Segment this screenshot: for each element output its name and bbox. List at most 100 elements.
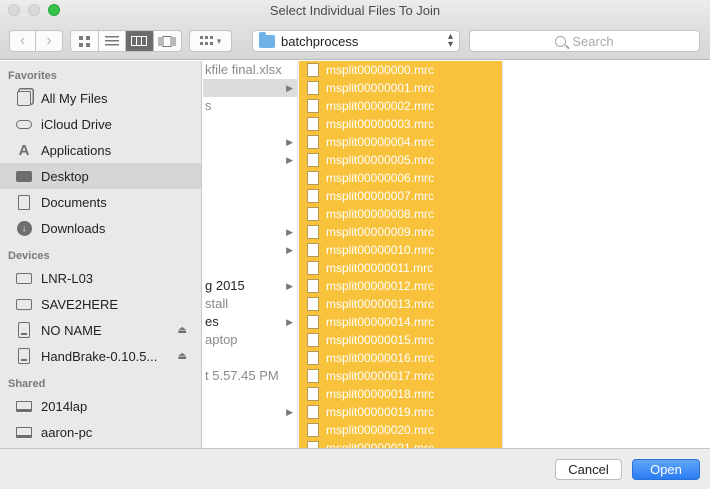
file-row[interactable]: msplit00000008.mrc [299, 205, 502, 223]
sidebar-item[interactable]: A Applications [0, 137, 201, 163]
list-item[interactable] [203, 115, 297, 133]
file-row[interactable]: msplit00000015.mrc [299, 331, 502, 349]
computer-icon [16, 426, 32, 438]
path-label: batchprocess [281, 33, 359, 49]
file-row[interactable]: msplit00000019.mrc [299, 403, 502, 421]
search-field[interactable]: Search [469, 30, 700, 52]
file-row[interactable]: msplit00000017.mrc [299, 367, 502, 385]
sidebar-item[interactable]: Documents [0, 189, 201, 215]
list-item[interactable] [203, 205, 297, 223]
file-row[interactable]: msplit00000021.mrc [299, 439, 502, 448]
file-row[interactable]: msplit00000010.mrc [299, 241, 502, 259]
back-button[interactable]: ‹ [10, 31, 37, 51]
file-name: msplit00000002.mrc [326, 99, 435, 113]
list-item[interactable]: ▶ [203, 241, 297, 259]
arrange-button[interactable]: ▾ [189, 30, 232, 52]
file-icon [307, 99, 319, 113]
list-item-label: t 5.57.45 PM [205, 368, 279, 383]
sidebar-item[interactable]: NO NAME ⏏ [0, 317, 201, 343]
open-button[interactable]: Open [632, 459, 700, 480]
file-row[interactable]: msplit00000002.mrc [299, 97, 502, 115]
sidebar-item[interactable]: HandBrake-0.10.5... ⏏ [0, 343, 201, 369]
file-row[interactable]: msplit00000018.mrc [299, 385, 502, 403]
file-row[interactable]: msplit00000011.mrc [299, 259, 502, 277]
list-item[interactable]: s [203, 97, 297, 115]
search-icon [555, 35, 567, 47]
file-name: msplit00000000.mrc [326, 63, 435, 77]
file-row[interactable]: msplit00000006.mrc [299, 169, 502, 187]
sidebar-item[interactable]: ↓ Downloads [0, 215, 201, 241]
drive-icon [16, 298, 32, 310]
window-title: Select Individual Files To Join [269, 3, 441, 18]
sidebar-item[interactable]: All My Files [0, 85, 201, 111]
file-row[interactable]: msplit00000009.mrc [299, 223, 502, 241]
file-name: msplit00000020.mrc [326, 423, 435, 437]
sidebar-item-label: Desktop [41, 168, 89, 184]
list-item[interactable]: g 2015 ▶ [203, 277, 297, 295]
path-popup[interactable]: batchprocess ▴ ▾ [252, 30, 460, 52]
list-item[interactable]: ▶ [203, 133, 297, 151]
file-name: msplit00000019.mrc [326, 405, 435, 419]
file-icon [307, 351, 319, 365]
chevron-left-icon: ‹ [19, 32, 26, 49]
list-item[interactable]: ▶ [203, 223, 297, 241]
file-row[interactable]: msplit00000020.mrc [299, 421, 502, 439]
list-item[interactable] [203, 187, 297, 205]
sidebar-item[interactable]: iCloud Drive [0, 111, 201, 137]
sidebar-item[interactable]: Desktop [0, 163, 201, 189]
file-row[interactable]: msplit00000004.mrc [299, 133, 502, 151]
list-item[interactable]: ▶ [203, 151, 297, 169]
disclosure-arrow-icon: ▶ [286, 245, 293, 255]
file-name: msplit00000017.mrc [326, 369, 435, 383]
list-item[interactable]: kfile final.xlsx [203, 61, 297, 79]
file-row[interactable]: msplit00000013.mrc [299, 295, 502, 313]
cover-flow-view-button[interactable] [154, 31, 181, 51]
applications-icon: A [18, 141, 30, 159]
list-item[interactable]: aptop [203, 331, 297, 349]
icon-view-button[interactable] [71, 31, 99, 51]
sidebar-item[interactable]: SAVE2HERE [0, 291, 201, 317]
cancel-button[interactable]: Cancel [555, 459, 622, 480]
file-row[interactable]: msplit00000000.mrc [299, 61, 502, 79]
file-row[interactable]: msplit00000016.mrc [299, 349, 502, 367]
column-view-button[interactable] [126, 31, 154, 51]
list-item[interactable]: ▶ [203, 403, 297, 421]
list-item[interactable] [203, 169, 297, 187]
list-item[interactable]: ▶ [203, 79, 297, 97]
desktop-icon [16, 170, 32, 182]
list-item[interactable] [203, 349, 297, 367]
sidebar-item-label: NO NAME [41, 322, 102, 338]
file-name: msplit00000021.mrc [326, 441, 435, 448]
disclosure-arrow-icon: ▶ [286, 407, 293, 417]
sidebar-item[interactable]: LNR-L03 [0, 265, 201, 291]
sidebar-section-heading: Shared [8, 378, 46, 390]
file-row[interactable]: msplit00000012.mrc [299, 277, 502, 295]
sidebar-item-label: 2014lap [41, 398, 88, 414]
file-icon [307, 297, 319, 311]
list-view-button[interactable] [99, 31, 126, 51]
title-bar: Select Individual Files To Join [0, 0, 710, 22]
sidebar-item-label: Downloads [41, 220, 106, 236]
folder-icon [259, 31, 275, 48]
forward-button[interactable]: › [36, 31, 62, 51]
file-row[interactable]: msplit00000001.mrc [299, 79, 502, 97]
list-item[interactable]: t 5.57.45 PM [203, 367, 297, 385]
sidebar-item-label: Documents [41, 194, 107, 210]
file-row[interactable]: msplit00000003.mrc [299, 115, 502, 133]
list-item[interactable] [203, 259, 297, 277]
sidebar-item[interactable]: aaron-pc [0, 419, 201, 445]
list-item[interactable] [203, 421, 297, 439]
list-item[interactable]: es ▶ [203, 313, 297, 331]
sidebar: Favorites All My Files iCloud Drive A Applic… [0, 61, 202, 448]
list-item[interactable] [203, 439, 297, 448]
file-row[interactable]: msplit00000007.mrc [299, 187, 502, 205]
file-row[interactable]: msplit00000014.mrc [299, 313, 502, 331]
eject-icon[interactable]: ⏏ [178, 325, 187, 336]
sidebar-item[interactable]: 2014lap [0, 393, 201, 419]
file-row[interactable]: msplit00000005.mrc [299, 151, 502, 169]
file-name: msplit00000018.mrc [326, 387, 435, 401]
disclosure-arrow-icon: ▶ [286, 155, 293, 165]
list-item[interactable]: stall [203, 295, 297, 313]
eject-icon[interactable]: ⏏ [178, 351, 187, 362]
list-item[interactable] [203, 385, 297, 403]
